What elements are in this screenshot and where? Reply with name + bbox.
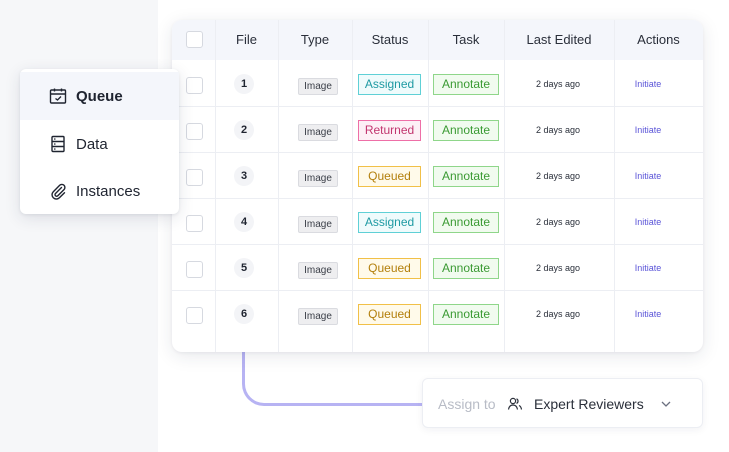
menu-item-data[interactable]: Data	[20, 120, 179, 168]
database-icon	[51, 135, 65, 153]
last-edited: 2 days ago	[535, 79, 581, 89]
status-badge: Returned	[358, 120, 421, 141]
table-row[interactable]: 5 Image Queued Annotate 2 days ago Initiate	[172, 244, 703, 290]
connector-line	[242, 352, 424, 406]
file-number: 5	[234, 258, 254, 278]
status-badge: Assigned	[358, 212, 421, 233]
row-checkbox[interactable]	[186, 123, 203, 140]
header-actions[interactable]: Actions	[614, 32, 703, 47]
task-badge: Annotate	[433, 74, 499, 95]
type-badge: Image	[298, 262, 338, 279]
status-badge: Queued	[358, 304, 421, 325]
select-all-checkbox[interactable]	[186, 31, 203, 48]
type-badge: Image	[298, 78, 338, 95]
table-row[interactable]: 3 Image Queued Annotate 2 days ago Initiate	[172, 152, 703, 198]
header-status[interactable]: Status	[352, 32, 428, 47]
menu-item-queue[interactable]: Queue	[20, 72, 179, 120]
left-background	[0, 0, 158, 452]
file-number: 1	[234, 74, 254, 94]
last-edited: 2 days ago	[535, 309, 581, 319]
table-row[interactable]: 4 Image Assigned Annotate 2 days ago Initiate	[172, 198, 703, 244]
assign-value: Expert Reviewers	[534, 396, 644, 412]
paperclip-icon	[51, 183, 66, 200]
status-badge: Queued	[358, 258, 421, 279]
task-badge: Annotate	[433, 258, 499, 279]
header-file[interactable]: File	[215, 32, 278, 47]
file-number: 4	[234, 212, 254, 232]
file-number: 2	[234, 120, 254, 140]
header-task[interactable]: Task	[428, 32, 504, 47]
initiate-link[interactable]: Initiate	[614, 217, 682, 227]
assign-dropdown[interactable]: Assign to Expert Reviewers	[422, 378, 703, 428]
table-row[interactable]: 1 Image Assigned Annotate 2 days ago Initiate	[172, 60, 703, 106]
row-checkbox[interactable]	[186, 77, 203, 94]
last-edited: 2 days ago	[535, 125, 581, 135]
task-badge: Annotate	[433, 166, 499, 187]
type-badge: Image	[298, 170, 338, 187]
last-edited: 2 days ago	[535, 263, 581, 273]
status-badge: Assigned	[358, 74, 421, 95]
task-badge: Annotate	[433, 120, 499, 141]
users-icon	[507, 397, 523, 410]
initiate-link[interactable]: Initiate	[614, 171, 682, 181]
menu-label-data: Data	[76, 136, 108, 153]
calendar-check-icon	[49, 88, 67, 104]
file-number: 3	[234, 166, 254, 186]
initiate-link[interactable]: Initiate	[614, 125, 682, 135]
menu-item-instances[interactable]: Instances	[20, 167, 179, 214]
type-badge: Image	[298, 124, 338, 141]
initiate-link[interactable]: Initiate	[614, 79, 682, 89]
task-badge: Annotate	[433, 212, 499, 233]
status-badge: Queued	[358, 166, 421, 187]
type-badge: Image	[298, 216, 338, 233]
row-checkbox[interactable]	[186, 169, 203, 186]
initiate-link[interactable]: Initiate	[614, 263, 682, 273]
last-edited: 2 days ago	[535, 171, 581, 181]
row-checkbox[interactable]	[186, 307, 203, 324]
table-row[interactable]: 2 Image Returned Annotate 2 days ago Initiate	[172, 106, 703, 152]
task-badge: Annotate	[433, 304, 499, 325]
type-badge: Image	[298, 308, 338, 325]
row-checkbox[interactable]	[186, 261, 203, 278]
menu-label-instances: Instances	[76, 183, 141, 200]
sidebar-menu: Queue Data Instances	[20, 69, 179, 214]
initiate-link[interactable]: Initiate	[614, 309, 682, 319]
table-row[interactable]: 6 Image Queued Annotate 2 days ago Initiate	[172, 290, 703, 336]
last-edited: 2 days ago	[535, 217, 581, 227]
header-type[interactable]: Type	[278, 32, 352, 47]
menu-label-queue: Queue	[76, 88, 123, 105]
header-last-edited[interactable]: Last Edited	[504, 32, 614, 47]
row-checkbox[interactable]	[186, 215, 203, 232]
chevron-down-icon	[661, 401, 671, 407]
file-table: File Type Status Task Last Edited Action…	[172, 20, 703, 352]
file-number: 6	[234, 304, 254, 324]
assign-label: Assign to	[438, 396, 496, 412]
